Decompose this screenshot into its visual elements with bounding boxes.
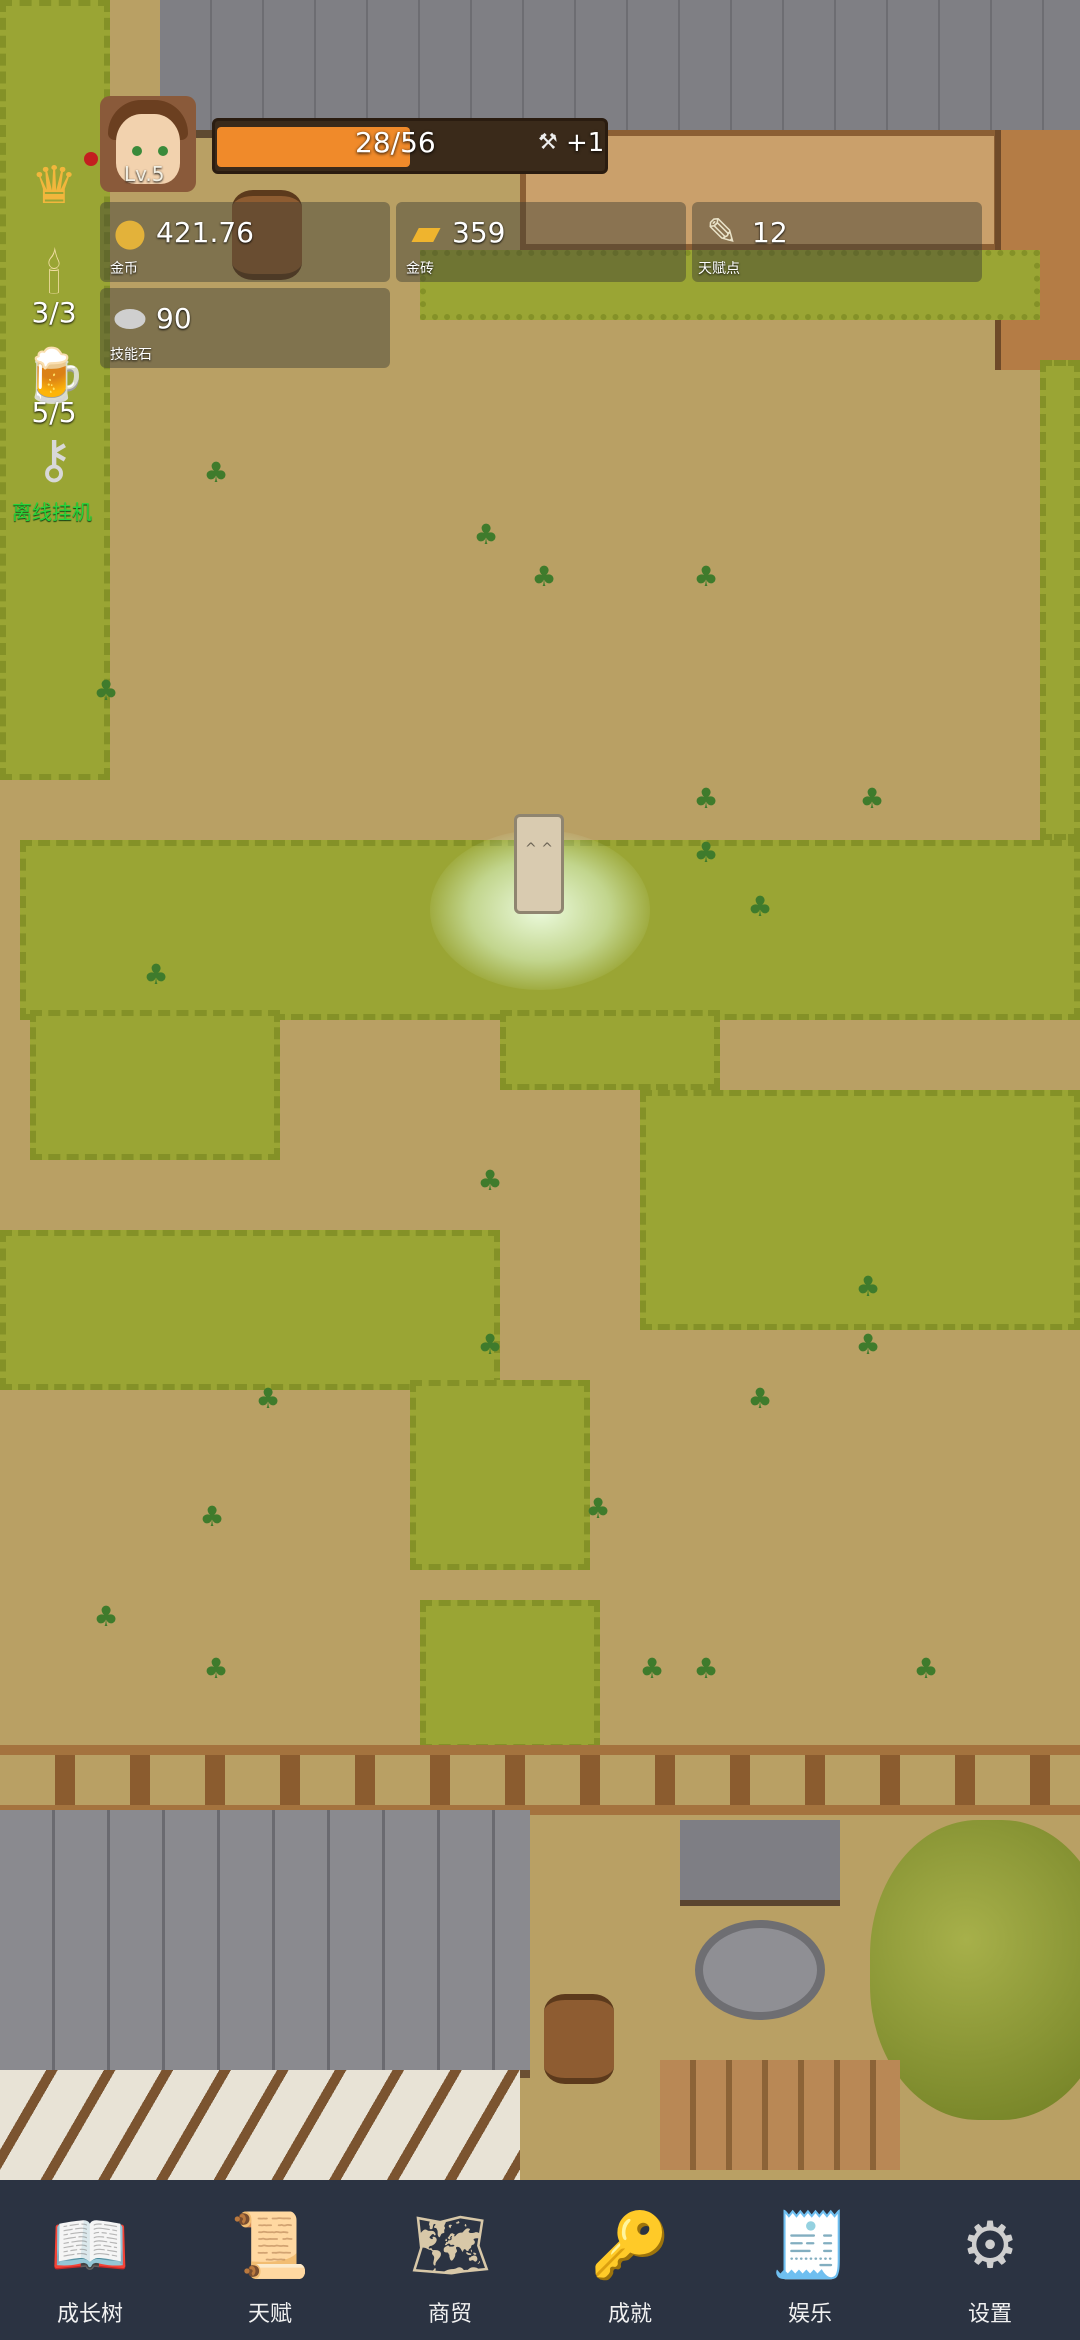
sprout: ♣ <box>93 674 119 707</box>
key-icon: 🔑 <box>590 2209 670 2283</box>
grass-patch <box>1040 360 1080 840</box>
grass-patch <box>420 1600 600 1750</box>
sprout: ♣ <box>477 1328 503 1361</box>
sprout: ♣ <box>585 1492 611 1525</box>
nav-achievement[interactable]: 🔑 成就 <box>555 2180 705 2340</box>
sprout: ♣ <box>855 1328 881 1361</box>
sprout: ♣ <box>199 1500 225 1533</box>
sprout: ♣ <box>913 1652 939 1685</box>
well-roof <box>680 1820 840 1906</box>
well-base <box>695 1920 825 2020</box>
gold-brick-counter[interactable]: ▰ 359 金砖 <box>396 202 686 282</box>
sprout: ♣ <box>203 1652 229 1685</box>
nav-label: 成就 <box>607 2302 652 2327</box>
hp-text: 28/56 <box>355 126 436 159</box>
wind-up-key-icon: ⚷ <box>34 430 74 490</box>
nav-label: 商贸 <box>427 2302 472 2327</box>
candle-count: 3/3 <box>31 296 77 329</box>
sprout: ♣ <box>859 782 885 815</box>
player-level: Lv.5 <box>124 162 165 186</box>
candle-button[interactable]: 🕯 3/3 <box>14 246 94 329</box>
nav-label: 娱乐 <box>787 2302 832 2327</box>
gold-brick-label: 金砖 <box>406 261 434 277</box>
tombstone-face: ^ ^ <box>525 841 553 857</box>
sprout: ♣ <box>747 1382 773 1415</box>
scroll-icon: 📜 <box>230 2209 310 2283</box>
wooden-cart <box>660 2060 900 2170</box>
talent-points-label: 天赋点 <box>698 261 740 277</box>
skill-stone-value: 90 <box>156 302 192 335</box>
gold-value: 421.76 <box>156 216 254 249</box>
crown-button[interactable]: ♛ <box>14 156 94 236</box>
skill-stone-label: 技能石 <box>110 347 152 363</box>
nav-label: 设置 <box>967 2302 1012 2327</box>
gold-coin-icon: ● <box>113 210 147 254</box>
sprout: ♣ <box>477 1164 503 1197</box>
nav-growth-tree[interactable]: 📖 成长树 <box>15 2180 165 2340</box>
hp-regen-text: +1 <box>566 128 605 158</box>
gold-brick-icon: ▰ <box>411 210 441 254</box>
grass-patch <box>0 1230 500 1390</box>
talent-points-value: 12 <box>752 216 788 249</box>
skill-stone-counter[interactable]: ⬬ 90 技能石 <box>100 288 390 368</box>
sprout: ♣ <box>639 1652 665 1685</box>
barrel <box>544 1994 614 2084</box>
sprout: ♣ <box>473 518 499 551</box>
sprout: ♣ <box>143 958 169 991</box>
stone-well <box>680 1820 840 2020</box>
sprout: ♣ <box>747 890 773 923</box>
gear-icon: ⚙ <box>961 2209 1019 2283</box>
nav-trade[interactable]: 🗺 商贸 <box>375 2180 525 2340</box>
beer-button[interactable]: 🍺 5/5 <box>14 346 94 429</box>
nav-label: 成长树 <box>56 2302 123 2327</box>
parchment-icon: 🧾 <box>770 2209 850 2283</box>
grass-patch <box>500 1010 720 1090</box>
sprout: ♣ <box>693 782 719 815</box>
sprout: ♣ <box>693 836 719 869</box>
talent-points-counter[interactable]: ✎ 12 天赋点 <box>692 202 982 282</box>
gold-counter[interactable]: ● 421.76 金币 <box>100 202 390 282</box>
nav-entertainment[interactable]: 🧾 娱乐 <box>735 2180 885 2340</box>
sprout: ♣ <box>531 560 557 593</box>
sprout: ♣ <box>203 456 229 489</box>
bottom-building-roof <box>0 1810 530 2078</box>
gold-brick-value: 359 <box>452 216 506 249</box>
scroll-icon: ✎ <box>706 210 738 254</box>
grass-patch <box>410 1380 590 1570</box>
sprout: ♣ <box>255 1382 281 1415</box>
tombstone-enemy[interactable]: ^ ^ <box>514 814 564 914</box>
tree <box>870 1820 1080 2120</box>
bottom-building-wall <box>0 2070 520 2180</box>
hammer-icon: ⚒ <box>538 130 558 155</box>
sprout: ♣ <box>693 560 719 593</box>
beer-count: 5/5 <box>31 396 77 429</box>
grass-patch <box>30 1010 280 1160</box>
sprout: ♣ <box>855 1270 881 1303</box>
sprout: ♣ <box>693 1652 719 1685</box>
sprout: ♣ <box>93 1600 119 1633</box>
book-icon: 📖 <box>50 2209 130 2283</box>
map-icon: 🗺 <box>410 2209 492 2283</box>
idle-label[interactable]: 离线挂机 <box>12 496 92 525</box>
bottom-nav: 📖 成长树 📜 天赋 🗺 商贸 🔑 成就 🧾 娱乐 ⚙ 设置 <box>0 2180 1080 2340</box>
avatar-eye <box>158 146 168 156</box>
stone-icon: ⬬ <box>113 296 147 340</box>
avatar-eye <box>132 146 142 156</box>
nav-label: 天赋 <box>247 2302 292 2327</box>
nav-talent[interactable]: 📜 天赋 <box>195 2180 345 2340</box>
wooden-fence <box>0 1745 1080 1815</box>
nav-settings[interactable]: ⚙ 设置 <box>915 2180 1065 2340</box>
gold-label: 金币 <box>110 261 138 277</box>
crown-icon: ♛ <box>30 156 78 216</box>
